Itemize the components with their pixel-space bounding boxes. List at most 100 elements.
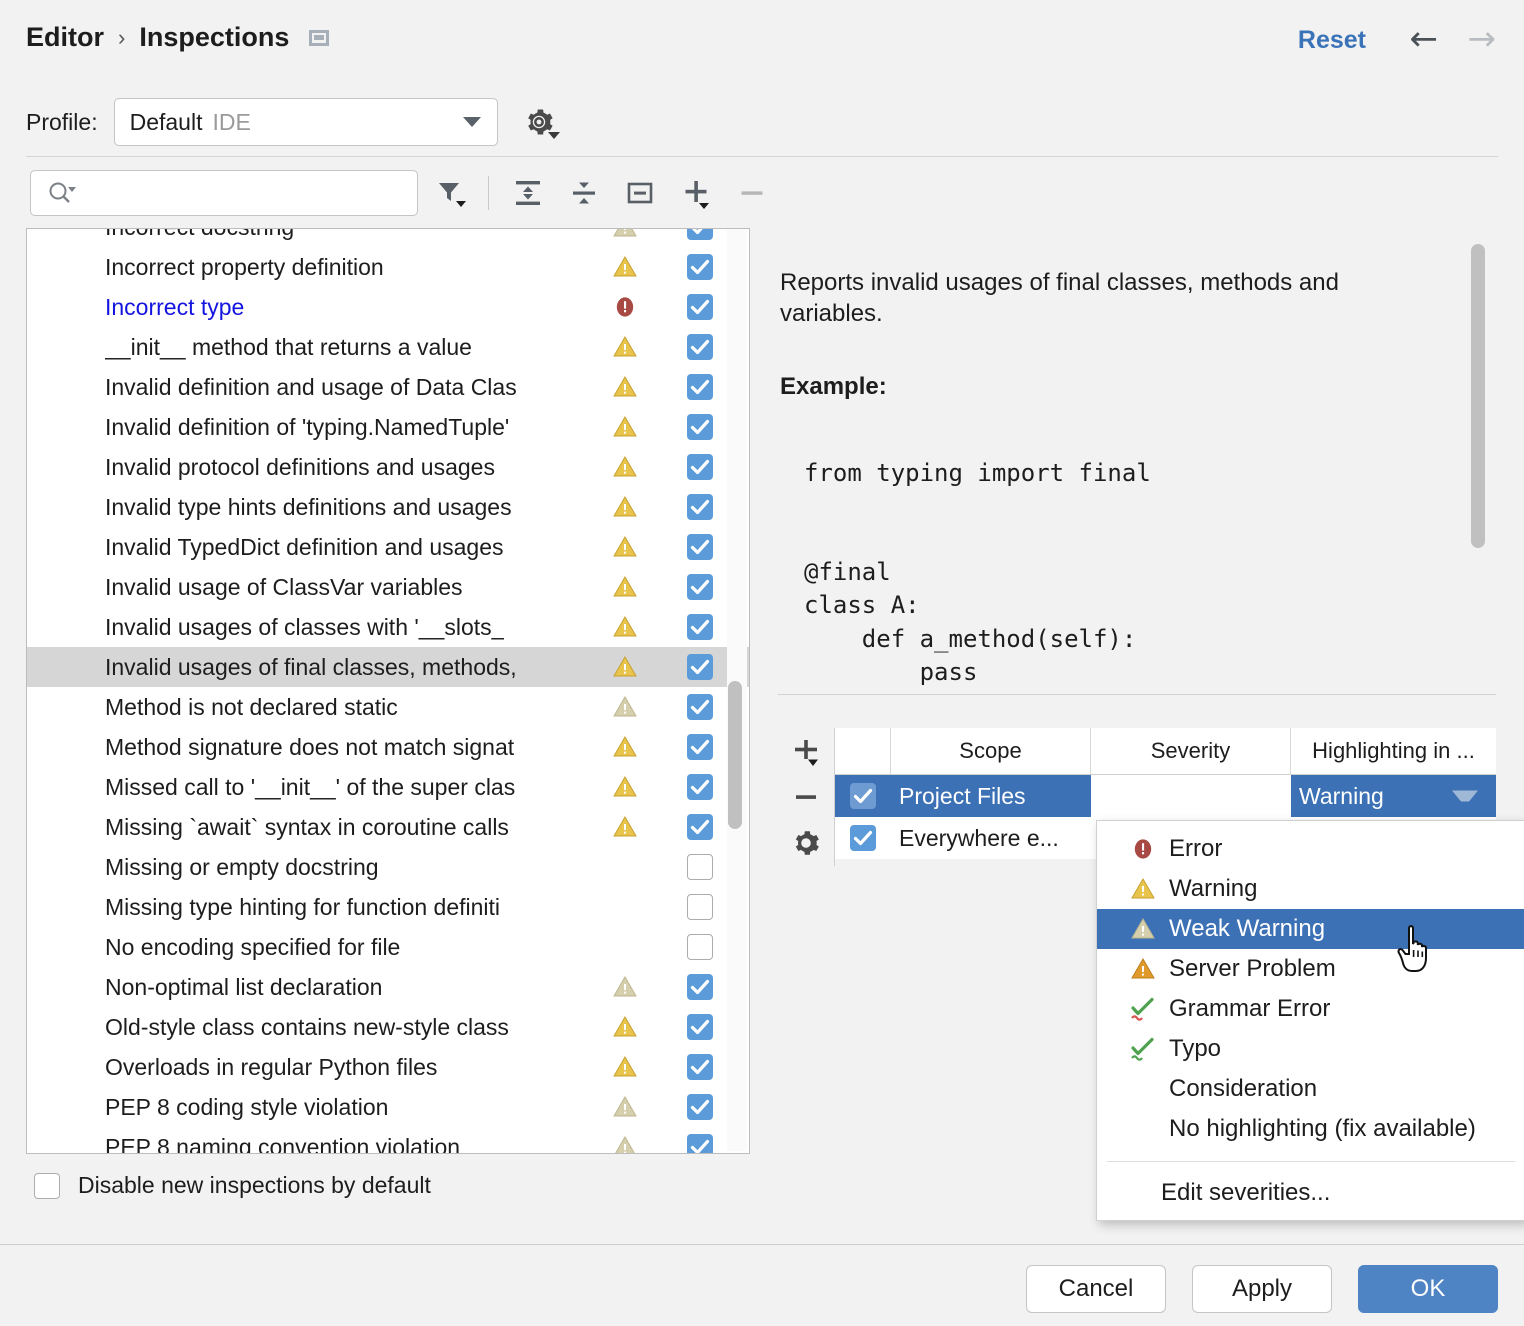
cancel-button[interactable]: Cancel <box>1026 1265 1166 1313</box>
breadcrumb-item-inspections[interactable]: Inspections <box>139 22 289 53</box>
window-icon[interactable] <box>309 30 329 46</box>
inspection-row[interactable]: Incorrect type <box>27 287 749 327</box>
expand-all-icon[interactable] <box>505 170 551 216</box>
inspection-enabled-checkbox[interactable] <box>687 334 713 360</box>
profile-select[interactable]: Default IDE <box>114 98 498 146</box>
inspection-row[interactable]: Method signature does not match signat <box>27 727 749 767</box>
profile-settings-gear-icon[interactable] <box>522 105 556 139</box>
inspection-row[interactable]: Overloads in regular Python files <box>27 1047 749 1087</box>
forward-arrow-icon[interactable]: → <box>1468 22 1497 56</box>
edit-severities-menu-item[interactable]: Edit severities... <box>1097 1172 1524 1214</box>
inspection-enabled-checkbox[interactable] <box>687 934 713 960</box>
inspection-row[interactable]: Invalid usages of final classes, methods… <box>27 647 749 687</box>
inspection-row[interactable]: Incorrect property definition <box>27 247 749 287</box>
severity-menu-item[interactable]: Warning <box>1097 869 1524 909</box>
inspection-row[interactable]: Missing or empty docstring <box>27 847 749 887</box>
scope-col-severity[interactable]: Severity <box>1091 728 1291 774</box>
back-arrow-icon[interactable]: ← <box>1410 22 1439 56</box>
inspection-enabled-checkbox[interactable] <box>687 654 713 680</box>
inspection-enabled-checkbox[interactable] <box>687 894 713 920</box>
inspection-enabled-checkbox[interactable] <box>687 1014 713 1040</box>
severity-dropdown-menu[interactable]: ErrorWarningWeak WarningServer ProblemGr… <box>1096 820 1524 1221</box>
scope-row-scope-cell[interactable]: Project Files <box>891 775 1091 817</box>
inspection-row[interactable]: Incorrect docstring <box>27 228 749 247</box>
inspection-row[interactable]: Invalid usages of classes with '__slots_ <box>27 607 749 647</box>
scope-row-highlighting-cell[interactable]: Warning <box>1291 775 1496 817</box>
disable-new-inspections-box[interactable] <box>34 1173 60 1199</box>
reset-button[interactable]: Reset <box>1298 26 1366 55</box>
add-scope-icon[interactable] <box>778 728 834 774</box>
inspection-row[interactable]: Invalid definition of 'typing.NamedTuple… <box>27 407 749 447</box>
inspection-enabled-checkbox[interactable] <box>687 534 713 560</box>
inspection-row[interactable]: Missed call to '__init__' of the super c… <box>27 767 749 807</box>
inspection-row[interactable]: Invalid TypedDict definition and usages <box>27 527 749 567</box>
remove-scope-icon[interactable] <box>778 774 834 820</box>
inspection-row[interactable]: Invalid protocol definitions and usages <box>27 447 749 487</box>
scope-table-row[interactable]: Project Files Warning <box>835 775 1496 817</box>
inspection-row[interactable]: __init__ method that returns a value <box>27 327 749 367</box>
description-scroll-thumb[interactable] <box>1471 244 1485 548</box>
inspection-enabled-checkbox[interactable] <box>687 974 713 1000</box>
remove-icon[interactable] <box>729 170 775 216</box>
inspection-enabled-checkbox[interactable] <box>687 614 713 640</box>
severity-menu-item[interactable]: Consideration <box>1097 1069 1524 1109</box>
filter-icon[interactable] <box>428 170 474 216</box>
severity-menu-item[interactable]: Error <box>1097 829 1524 869</box>
search-box[interactable] <box>30 170 418 216</box>
severity-menu-item[interactable]: Grammar Error <box>1097 989 1524 1029</box>
inspection-enabled-checkbox[interactable] <box>687 494 713 520</box>
inspection-list-scroll-thumb[interactable] <box>728 681 742 829</box>
search-input[interactable] <box>87 172 401 214</box>
inspection-enabled-checkbox[interactable] <box>687 814 713 840</box>
inspection-enabled-checkbox[interactable] <box>687 294 713 320</box>
inspection-row[interactable]: Invalid definition and usage of Data Cla… <box>27 367 749 407</box>
group-by-icon[interactable] <box>617 170 663 216</box>
apply-button[interactable]: Apply <box>1192 1265 1332 1313</box>
scope-row-checkbox[interactable] <box>850 825 876 851</box>
error-icon <box>1129 835 1157 863</box>
scope-row-scope-cell[interactable]: Everywhere e... <box>891 817 1091 859</box>
chevron-down-icon[interactable] <box>1452 791 1478 802</box>
inspection-row[interactable]: PEP 8 naming convention violation <box>27 1127 749 1154</box>
inspection-row[interactable]: PEP 8 coding style violation <box>27 1087 749 1127</box>
inspection-list-scrollbar[interactable] <box>727 229 747 1151</box>
inspection-row[interactable]: Missing type hinting for function defini… <box>27 887 749 927</box>
inspection-row[interactable]: Invalid type hints definitions and usage… <box>27 487 749 527</box>
inspection-enabled-checkbox[interactable] <box>687 254 713 280</box>
inspection-enabled-checkbox[interactable] <box>687 694 713 720</box>
inspection-enabled-checkbox[interactable] <box>687 854 713 880</box>
disable-new-inspections-checkbox[interactable]: Disable new inspections by default <box>34 1172 431 1199</box>
scope-row-checkbox[interactable] <box>850 783 876 809</box>
inspection-row[interactable]: Invalid usage of ClassVar variables <box>27 567 749 607</box>
ok-button[interactable]: OK <box>1358 1265 1498 1313</box>
inspection-enabled-checkbox[interactable] <box>687 1094 713 1120</box>
severity-menu-item[interactable]: No highlighting (fix available) <box>1097 1109 1524 1149</box>
inspection-enabled-checkbox[interactable] <box>687 734 713 760</box>
severity-menu-item[interactable]: Server Problem <box>1097 949 1524 989</box>
inspection-enabled-checkbox[interactable] <box>687 374 713 400</box>
inspection-row-label: Invalid TypedDict definition and usages <box>105 534 504 561</box>
search-icon[interactable] <box>47 180 77 211</box>
inspection-enabled-checkbox[interactable] <box>687 414 713 440</box>
inspection-row[interactable]: Missing `await` syntax in coroutine call… <box>27 807 749 847</box>
inspection-enabled-checkbox[interactable] <box>687 454 713 480</box>
inspection-list[interactable]: Incorrect docstringIncorrect property de… <box>26 228 750 1154</box>
scope-settings-gear-icon[interactable] <box>778 820 834 866</box>
inspection-enabled-checkbox[interactable] <box>687 1134 713 1154</box>
inspection-row[interactable]: Method is not declared static <box>27 687 749 727</box>
severity-menu-item[interactable]: Weak Warning <box>1097 909 1524 949</box>
inspection-enabled-checkbox[interactable] <box>687 774 713 800</box>
add-icon[interactable] <box>673 170 719 216</box>
scope-row-severity-cell[interactable] <box>1091 775 1291 817</box>
inspection-enabled-checkbox[interactable] <box>687 1054 713 1080</box>
inspection-row[interactable]: Non-optimal list declaration <box>27 967 749 1007</box>
inspection-row[interactable]: Old-style class contains new-style class <box>27 1007 749 1047</box>
collapse-all-icon[interactable] <box>561 170 607 216</box>
scope-col-scope[interactable]: Scope <box>891 728 1091 774</box>
scope-col-highlighting[interactable]: Highlighting in ... <box>1291 728 1496 774</box>
inspection-enabled-checkbox[interactable] <box>687 228 713 240</box>
severity-menu-item[interactable]: Typo <box>1097 1029 1524 1069</box>
inspection-row[interactable]: No encoding specified for file <box>27 927 749 967</box>
breadcrumb-item-editor[interactable]: Editor <box>26 22 104 53</box>
inspection-enabled-checkbox[interactable] <box>687 574 713 600</box>
